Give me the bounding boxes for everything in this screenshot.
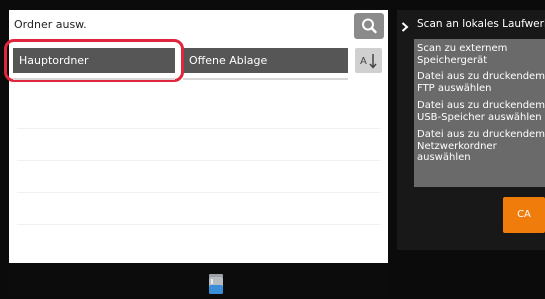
menu-list: Scan zu externem Speichergerät Datei aus… [414, 39, 545, 187]
sort-icon: A [360, 54, 377, 69]
search-button[interactable] [354, 13, 384, 39]
menu-item-scan-local-drive[interactable]: Scan an lokales Laufwerk [417, 18, 545, 31]
trash-icon [209, 274, 223, 294]
empty-row-divider [17, 224, 380, 225]
bottom-bar [9, 263, 388, 297]
button-underline [13, 78, 175, 80]
highlight-ring [4, 39, 184, 82]
sort-button[interactable]: A [355, 48, 382, 73]
empty-row-divider [17, 160, 380, 161]
search-icon [362, 18, 377, 34]
open-storage-button[interactable]: Offene Ablage [183, 48, 348, 73]
empty-row-divider [17, 192, 380, 193]
button-underline [183, 78, 348, 80]
chevron-right-icon [401, 21, 409, 36]
menu-item-scan-external-storage[interactable]: Scan zu externem Speichergerät [417, 43, 507, 66]
menu-item-print-from-network-folder[interactable]: Datei aus zu druckendem Netzwerkordner a… [417, 129, 545, 164]
trash-button[interactable] [206, 273, 226, 295]
ca-button[interactable]: CA [503, 197, 545, 233]
empty-row-divider [17, 128, 380, 129]
panel-title: Ordner ausw. [14, 18, 87, 31]
menu-item-print-from-ftp[interactable]: Datei aus zu druckendem FTP auswählen [417, 71, 545, 94]
menu-item-print-from-usb[interactable]: Datei aus zu druckendem USB-Speicher aus… [417, 100, 545, 123]
svg-text:A: A [360, 56, 367, 67]
